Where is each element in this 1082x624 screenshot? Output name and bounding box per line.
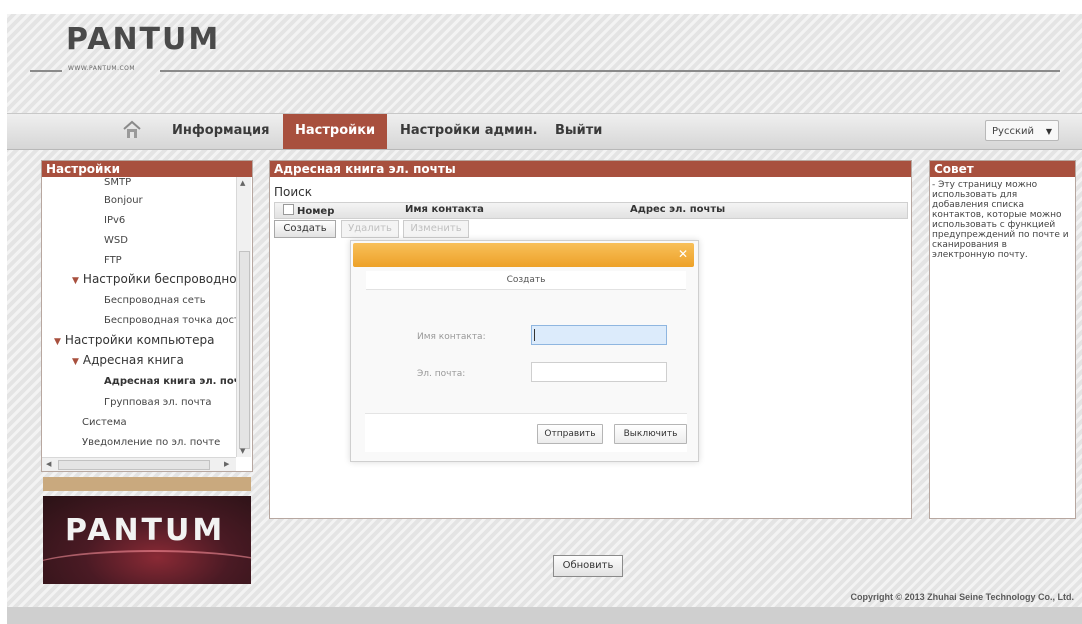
top-navbar: Информация Настройки Настройки админ. Вы… [7, 113, 1082, 150]
scroll-down-arrow-icon[interactable]: ▼ [240, 447, 245, 455]
banner-swoosh [43, 550, 251, 584]
sidebar-item-wireless-hotspot[interactable]: Беспроводная точка досту [104, 315, 236, 326]
sidebar-item-wireless-network[interactable]: Беспроводная сеть [104, 295, 206, 306]
address-book-title: Адресная книга эл. почты [270, 161, 911, 177]
copyright-text: Copyright © 2013 Zhuhai Seine Technology… [850, 592, 1074, 602]
pantum-brand-banner: PANTUM [43, 496, 251, 584]
create-contact-dialog: ✕ Создать Имя контакта: Эл. почта: Отпра… [350, 240, 699, 462]
scrollbar-thumb[interactable] [58, 460, 210, 470]
expanded-triangle-icon: ▼ [54, 337, 61, 347]
sidebar-item-system[interactable]: Система [82, 417, 127, 428]
submit-button[interactable]: Отправить [537, 424, 603, 444]
sidebar-item-ftp[interactable]: FTP [104, 255, 122, 266]
nav-admin-settings[interactable]: Настройки админ. [400, 114, 538, 149]
contact-name-label: Имя контакта: [417, 332, 486, 342]
logo-divider [160, 70, 1060, 72]
text-cursor [534, 329, 535, 341]
sidebar-item-bonjour[interactable]: Bonjour [104, 195, 143, 206]
dialog-title-bar: ✕ [353, 243, 694, 267]
select-all-checkbox[interactable] [283, 204, 294, 215]
scroll-up-arrow-icon[interactable]: ▲ [240, 179, 245, 187]
column-contact-name: Имя контакта [405, 204, 484, 215]
scrollbar-thumb[interactable] [239, 251, 250, 449]
dialog-footer: Отправить Выключить [365, 413, 687, 452]
sidebar-horizontal-scrollbar[interactable]: ◀ ▶ [42, 457, 236, 471]
dropdown-arrow-icon: ▼ [1045, 127, 1052, 136]
home-icon[interactable] [122, 120, 142, 140]
nav-information[interactable]: Информация [172, 114, 270, 149]
tip-text: - Эту страницу можно использовать для до… [932, 180, 1069, 260]
language-value: Русский [992, 126, 1034, 137]
cancel-button[interactable]: Выключить [614, 424, 687, 444]
sidebar-vertical-scrollbar[interactable]: ▲ ▼ [236, 177, 251, 457]
sidebar-item-label: Настройки компьютера [64, 333, 215, 347]
nav-settings[interactable]: Настройки [283, 114, 388, 149]
pantum-banner-logo: PANTUM [65, 513, 226, 548]
edit-button[interactable]: Изменить [403, 220, 469, 238]
sidebar-item-group-email[interactable]: Групповая эл. почта [104, 397, 212, 408]
dialog-tab-create[interactable]: Создать [366, 271, 686, 290]
sidebar-divider-bar [43, 477, 251, 491]
email-input[interactable] [531, 362, 667, 382]
scroll-left-arrow-icon[interactable]: ◀ [46, 460, 51, 468]
settings-sidebar: Настройки SMTP Bonjour IPv6 WSD FTP ▼ Нас… [41, 160, 253, 472]
sidebar-item-computer-settings[interactable]: ▼ Настройки компьютера [54, 333, 215, 347]
sidebar-item-label: Настройки беспроводной с [82, 272, 236, 286]
delete-button[interactable]: Удалить [341, 220, 399, 238]
sidebar-item-wsd[interactable]: WSD [104, 235, 128, 246]
contact-name-input[interactable] [531, 325, 667, 345]
column-email-address: Адрес эл. почты [630, 204, 726, 215]
logo-url: WWW.PANTUM.COM [68, 65, 136, 72]
tip-title: Совет [930, 161, 1075, 177]
close-icon[interactable]: ✕ [678, 247, 688, 261]
tip-panel: Совет - Эту страницу можно использовать … [929, 160, 1076, 519]
sidebar-item-address-book[interactable]: ▼ Адресная книга [72, 353, 184, 367]
sidebar-item-ipv6[interactable]: IPv6 [104, 215, 125, 226]
sidebar-item-smtp[interactable]: SMTP [104, 177, 131, 188]
sidebar-item-email-address-book[interactable]: Адресная книга эл. поч [104, 376, 236, 387]
language-select[interactable]: Русский ▼ [985, 120, 1059, 141]
expanded-triangle-icon: ▼ [72, 276, 79, 286]
refresh-button[interactable]: Обновить [553, 555, 623, 577]
expanded-triangle-icon: ▼ [72, 357, 79, 367]
sidebar-item-email-notification[interactable]: Уведомление по эл. почте [82, 437, 220, 448]
column-number[interactable]: Номер [283, 204, 334, 217]
search-label[interactable]: Поиск [274, 185, 312, 199]
create-button[interactable]: Создать [274, 220, 336, 238]
email-label: Эл. почта: [417, 369, 466, 379]
sidebar-title: Настройки [42, 161, 252, 177]
sidebar-item-label: Адресная книга [82, 353, 184, 367]
nav-logout[interactable]: Выйти [555, 114, 602, 149]
settings-tree: SMTP Bonjour IPv6 WSD FTP ▼ Настройки бес… [42, 177, 236, 457]
scroll-right-arrow-icon[interactable]: ▶ [224, 460, 229, 468]
contacts-table-header: Номер Имя контакта Адрес эл. почты [274, 202, 908, 219]
logo-divider [30, 70, 62, 72]
pantum-logo: PANTUM [66, 22, 221, 57]
sidebar-item-wireless-settings[interactable]: ▼Настройки беспроводной с [72, 272, 236, 286]
footer-strip [7, 607, 1082, 624]
